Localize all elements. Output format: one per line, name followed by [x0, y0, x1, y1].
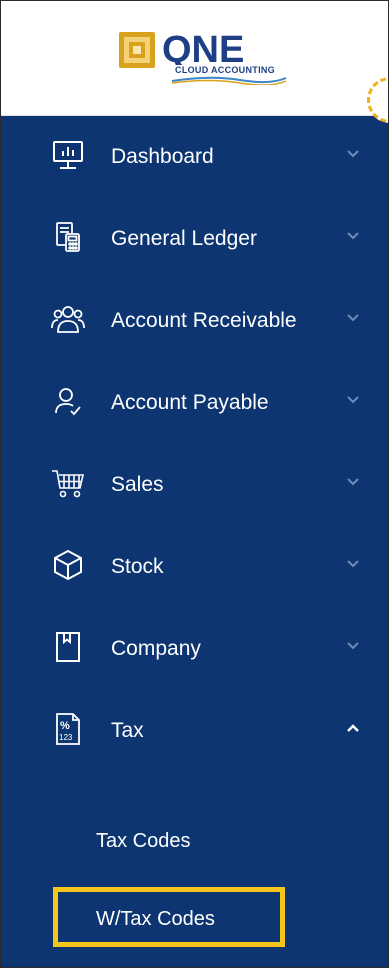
chevron-down-icon — [346, 230, 360, 242]
sidebar-item-sales[interactable]: Sales — [1, 444, 388, 526]
user-check-icon — [51, 384, 85, 418]
sidebar-item-label: General Ledger — [111, 227, 257, 250]
logo-swoosh-icon — [171, 76, 287, 85]
qne-logo[interactable]: QNE CLOUD ACCOUNTING — [118, 31, 298, 91]
chevron-down-icon — [346, 640, 360, 652]
svg-text:%: % — [60, 720, 70, 732]
chevron-up-icon — [346, 722, 360, 734]
ledger-calculator-icon — [51, 220, 85, 254]
sidebar-item-company[interactable]: Company — [1, 608, 388, 690]
sidebar-item-label: Dashboard — [111, 145, 214, 168]
highlight-annotation-box — [53, 887, 285, 947]
logo-tagline: CLOUD ACCOUNTING — [175, 65, 275, 75]
svg-text:123: 123 — [59, 733, 73, 742]
sidebar-item-label: Account Receivable — [111, 309, 297, 332]
chevron-down-icon — [346, 148, 360, 160]
sidebar-item-label: Company — [111, 637, 201, 660]
sidebar-item-label: Account Payable — [111, 391, 269, 414]
qne-wordmark-text: QNE — [162, 31, 244, 65]
sidebar-item-label: Tax — [111, 719, 144, 742]
bookmark-book-icon — [51, 630, 85, 664]
monitor-chart-icon — [51, 138, 85, 172]
chevron-down-icon — [346, 476, 360, 488]
users-group-icon — [51, 302, 85, 336]
sidebar-item-account-payable[interactable]: Account Payable — [1, 362, 388, 444]
sidebar-item-stock[interactable]: Stock — [1, 526, 388, 608]
app-frame: QNE CLOUD ACCOUNTING Dashboard General L… — [0, 0, 389, 968]
sidebar-item-dashboard[interactable]: Dashboard — [1, 116, 388, 198]
chevron-down-icon — [346, 558, 360, 570]
sidebar-item-tax[interactable]: % 123 Tax — [1, 690, 388, 772]
submenu-item-tax-codes[interactable]: Tax Codes — [1, 816, 388, 866]
box-icon — [51, 548, 85, 582]
submenu-item-label: Tax Codes — [96, 830, 191, 852]
sidebar-item-account-receivable[interactable]: Account Receivable — [1, 280, 388, 362]
sidebar-item-label: Sales — [111, 473, 164, 496]
sidebar-item-label: Stock — [111, 555, 164, 578]
tax-percent-icon: % 123 — [51, 712, 85, 746]
qne-logo-mark-icon — [119, 32, 155, 68]
shopping-cart-icon — [51, 466, 85, 500]
sidebar-menu: Dashboard General Ledger Account Receiva… — [1, 116, 388, 772]
chevron-down-icon — [346, 312, 360, 324]
sidebar-item-general-ledger[interactable]: General Ledger — [1, 198, 388, 280]
qne-wordmark: QNE — [162, 31, 244, 65]
chevron-down-icon — [346, 394, 360, 406]
logo-header: QNE CLOUD ACCOUNTING — [1, 1, 388, 116]
